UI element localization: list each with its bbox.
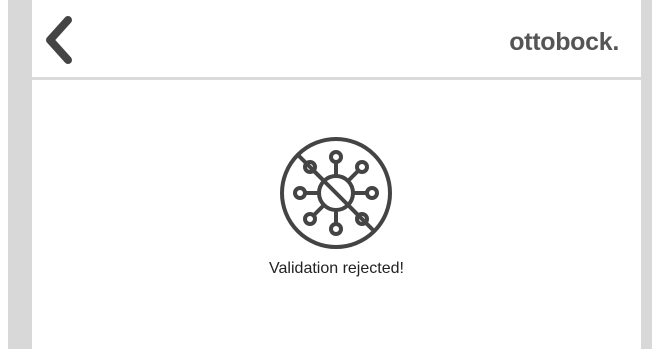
brand-logo: ottobock. xyxy=(509,28,619,56)
back-button[interactable] xyxy=(38,14,78,66)
content-area: Validation rejected! xyxy=(32,80,641,349)
status-message: Validation rejected! xyxy=(269,260,404,277)
chevron-left-icon xyxy=(46,16,72,64)
right-edge xyxy=(652,0,662,349)
left-edge xyxy=(0,0,8,349)
virus-crossed-out-icon xyxy=(280,137,392,249)
main-panel: ottobock. Validation rejected! xyxy=(32,0,641,349)
header-bar: ottobock. xyxy=(32,0,641,80)
